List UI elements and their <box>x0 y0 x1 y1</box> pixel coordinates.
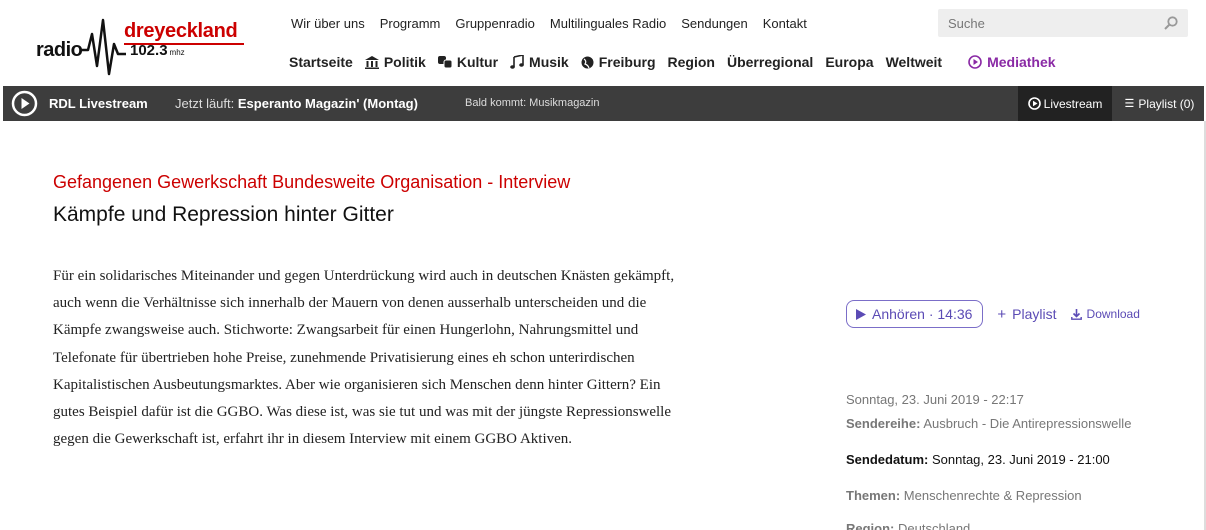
mainnav-ueberregional-label: Überregional <box>726 54 814 70</box>
download-icon <box>1070 308 1082 320</box>
topnav-programm[interactable]: Programm <box>380 16 441 31</box>
livestream-play-icon[interactable] <box>11 90 38 117</box>
mainnav-startseite-label: Startseite <box>289 54 353 70</box>
download-label: Download <box>1086 307 1140 321</box>
mainnav-weltweit-label: Weltweit <box>885 54 943 70</box>
play-icon <box>856 308 866 320</box>
logo-freq-unit: mhz <box>169 48 185 57</box>
audio-controls: Anhören · 14:36 + Playlist Download <box>846 300 1140 328</box>
mainnav-europa[interactable]: Europa <box>825 54 873 70</box>
site-logo[interactable]: radio dreyeckland 102.3 mhz <box>36 12 246 78</box>
meta-themen-label: Themen: <box>846 488 901 503</box>
mainnav-politik-label: Politik <box>383 54 426 70</box>
site-header: radio dreyeckland 102.3 mhz Wir über uns … <box>0 0 1206 86</box>
music-note-icon <box>510 55 524 69</box>
mainnav-mediathek-label: Mediathek <box>987 54 1056 70</box>
mainnav-musik[interactable]: Musik <box>510 54 569 70</box>
article-body: Für ein solidarisches Miteinander und ge… <box>53 268 675 448</box>
play-circle-icon <box>968 55 982 69</box>
topnav-sendungen[interactable]: Sendungen <box>681 16 748 31</box>
add-to-playlist-button[interactable]: + Playlist <box>997 306 1056 323</box>
mainnav-region-label: Region <box>667 54 715 70</box>
mainnav-kultur[interactable]: Kultur <box>437 54 499 70</box>
mainnav-freiburg[interactable]: Freiburg <box>581 54 656 70</box>
add-to-playlist-label: Playlist <box>1012 306 1057 322</box>
meta-themen: Themen: Menschenrechte & Repression <box>846 488 1082 503</box>
tab-livestream[interactable]: Livestream <box>1018 86 1112 121</box>
search-box <box>938 9 1188 37</box>
meta-sendedatum-value: Sonntag, 23. Juni 2019 - 21:00 <box>931 452 1110 467</box>
now-playing-prefix: Jetzt läuft: <box>175 96 235 111</box>
globe-icon <box>581 56 594 69</box>
now-playing-show: Esperanto Magazin' (Montag) <box>237 96 418 111</box>
logo-name-text: dreyeckland <box>124 20 238 42</box>
publish-date: Sonntag, 23. Juni 2019 - 22:17 <box>846 392 1024 407</box>
mainnav-musik-label: Musik <box>529 54 569 70</box>
listen-button-label: Anhören · 14:36 <box>872 306 973 322</box>
download-button[interactable]: Download <box>1070 307 1140 321</box>
listen-button[interactable]: Anhören · 14:36 <box>846 300 984 328</box>
search-input[interactable] <box>938 9 1158 37</box>
top-navigation: Wir über uns Programm Gruppenradio Multi… <box>291 16 822 31</box>
play-circle-icon <box>1027 97 1041 110</box>
logo-wave-icon <box>80 18 126 76</box>
next-show: Bald kommt: Musikmagazin <box>465 97 600 109</box>
meta-senderreihe-link[interactable]: Ausbruch - Die Antirepressionswelle <box>923 416 1131 431</box>
topnav-wir-ueber-uns[interactable]: Wir über uns <box>291 16 365 31</box>
tab-playlist-label: Playlist (0) <box>1138 96 1195 111</box>
tab-playlist[interactable]: ☰ Playlist (0) <box>1115 86 1204 121</box>
logo-radio-text: radio <box>36 39 83 61</box>
plus-icon: + <box>997 305 1007 323</box>
search-icon[interactable] <box>1164 16 1178 30</box>
topnav-kontakt[interactable]: Kontakt <box>763 16 807 31</box>
meta-themen-link[interactable]: Menschenrechte & Repression <box>904 488 1082 503</box>
masks-icon <box>437 56 452 68</box>
mainnav-mediathek[interactable]: Mediathek <box>968 54 1056 70</box>
mainnav-region[interactable]: Region <box>668 54 715 70</box>
meta-sendedatum: Sendedatum: Sonntag, 23. Juni 2019 - 21:… <box>846 452 1110 467</box>
meta-region-link[interactable]: Deutschland <box>898 521 970 530</box>
topnav-multilinguales-radio[interactable]: Multilinguales Radio <box>550 16 666 31</box>
article-kicker: Gefangenen Gewerkschaft Bundesweite Orga… <box>53 172 571 192</box>
building-icon <box>364 55 379 69</box>
meta-region-label: Region: <box>846 521 895 530</box>
meta-region: Region: Deutschland <box>846 521 970 530</box>
article-title: Kämpfe und Repression hinter Gitter <box>53 203 394 226</box>
logo-freq-value: 102.3 <box>130 42 168 59</box>
meta-senderreihe-label: Sendereihe: <box>846 416 921 431</box>
mainnav-kultur-label: Kultur <box>456 54 499 70</box>
main-navigation: Startseite Politik Kultur Musik Freiburg <box>289 54 1068 70</box>
mainnav-politik[interactable]: Politik <box>364 54 426 70</box>
mainnav-freiburg-label: Freiburg <box>598 54 656 70</box>
mainnav-weltweit[interactable]: Weltweit <box>886 54 943 70</box>
tab-livestream-label: Livestream <box>1043 96 1103 111</box>
meta-senderreihe: Sendereihe: Ausbruch - Die Antirepressio… <box>846 416 1131 431</box>
topnav-gruppenradio[interactable]: Gruppenradio <box>455 16 535 31</box>
meta-sendedatum-label: Sendedatum: <box>846 452 929 467</box>
list-icon: ☰ <box>1124 98 1135 110</box>
livestream-title: RDL Livestream <box>49 96 148 111</box>
livestream-bar: RDL Livestream Jetzt läuft: Esperanto Ma… <box>3 86 1204 121</box>
logo-frequency: 102.3 mhz <box>130 42 185 59</box>
mainnav-ueberregional[interactable]: Überregional <box>727 54 813 70</box>
mainnav-startseite[interactable]: Startseite <box>289 54 353 70</box>
now-playing: Jetzt läuft: Esperanto Magazin' (Montag) <box>175 96 418 111</box>
mainnav-europa-label: Europa <box>825 54 874 70</box>
